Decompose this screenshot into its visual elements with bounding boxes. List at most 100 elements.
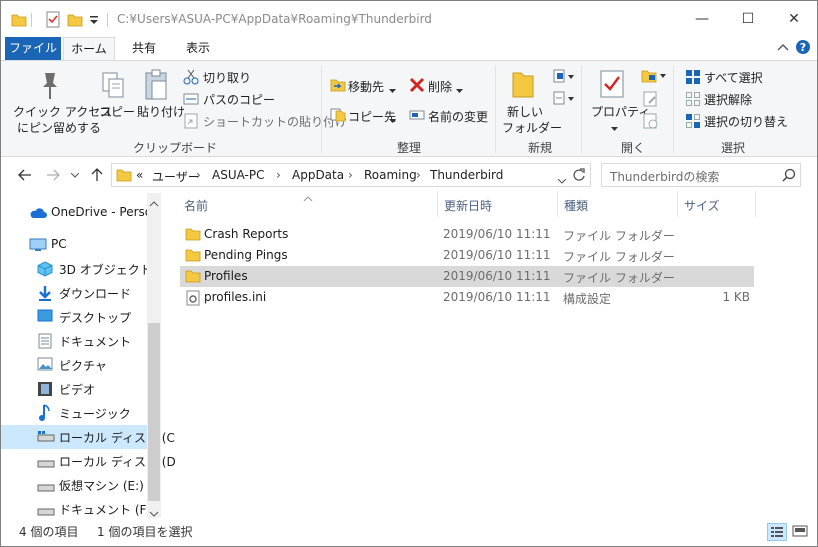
nav-item-documents[interactable]: ドキュメント (1, 329, 147, 353)
paste-icon (144, 69, 170, 104)
address-bar[interactable]: « ユーザー › ASUA-PC › AppData › Roaming › T… (111, 163, 591, 187)
properties-qa-icon[interactable] (45, 10, 61, 30)
breadcrumb-overflow[interactable]: « (136, 168, 143, 182)
minimize-button[interactable]: — (679, 1, 725, 37)
refresh-icon[interactable] (572, 168, 586, 185)
qa-dropdown-icon[interactable] (89, 10, 99, 30)
nav-item-videos[interactable]: ビデオ (1, 377, 147, 401)
paste-button[interactable]: 貼り付け (137, 103, 185, 120)
copy-path-button[interactable]: パスのコピー (203, 91, 275, 108)
title-bar: C:¥Users¥ASUA-PC¥AppData¥Roaming¥Thunder… (1, 1, 817, 37)
search-input[interactable]: Thunderbirdの検索 (601, 163, 801, 187)
file-row-selected[interactable]: Profiles 2019/06/10 11:11 ファイル フォルダー (180, 266, 754, 287)
back-arrow-icon (18, 169, 31, 181)
nav-label: 3D オブジェクト (59, 263, 152, 277)
file-type: 構成設定 (563, 292, 612, 306)
close-icon: ✕ (788, 11, 800, 27)
expand-ribbon-icon[interactable] (777, 41, 789, 55)
pin-quick-access-button[interactable]: クイック アクセス (13, 103, 112, 120)
breadcrumb-separator: › (416, 168, 421, 182)
tab-home[interactable]: ホーム (63, 37, 115, 61)
forward-button[interactable] (43, 165, 63, 185)
breadcrumb-item[interactable]: AppData (292, 168, 344, 182)
nav-item-onedrive[interactable]: OneDrive - Person (1, 201, 160, 225)
tab-file[interactable]: ファイル (5, 37, 61, 61)
invert-selection-button[interactable]: 選択の切り替え (704, 113, 788, 130)
nav-label: ピクチャ (59, 359, 107, 373)
nav-item-local-disk-d[interactable]: ローカル ディスク (D (1, 449, 176, 473)
copy-icon (101, 71, 127, 104)
file-type: ファイル フォルダー (563, 271, 675, 285)
properties-icon (599, 69, 625, 102)
download-icon (37, 285, 53, 304)
properties-button[interactable]: プロパティ (591, 103, 650, 120)
ribbon-separator (673, 65, 674, 153)
back-button[interactable] (15, 165, 35, 185)
delete-button[interactable]: 削除 (428, 78, 452, 95)
nav-item-downloads[interactable]: ダウンロード (1, 281, 147, 305)
column-divider[interactable] (755, 191, 756, 217)
help-icon[interactable]: ? (795, 39, 811, 58)
nav-item-pc[interactable]: PC (1, 233, 147, 257)
navigation-bar: « ユーザー › ASUA-PC › AppData › Roaming › T… (1, 158, 817, 192)
easy-access-icon[interactable] (553, 91, 575, 108)
copy-path-icon (183, 91, 199, 110)
tab-share[interactable]: 共有 (119, 37, 169, 61)
details-view-button[interactable] (767, 523, 787, 541)
close-button[interactable]: ✕ (771, 1, 817, 37)
ribbon-tabs: ファイル ホーム 共有 表示 (1, 37, 817, 61)
paste-shortcut-button[interactable]: ショートカットの貼り付け (203, 113, 347, 130)
address-dropdown-icon[interactable] (557, 173, 567, 187)
open-icon[interactable] (641, 69, 667, 86)
file-row[interactable]: Pending Pings 2019/06/10 11:11 ファイル フォルダ… (180, 245, 754, 266)
file-name: Pending Pings (204, 248, 288, 262)
file-name: Crash Reports (204, 227, 289, 241)
copy-button[interactable]: コピー (99, 103, 135, 120)
move-to-button[interactable]: 移動先 (348, 78, 384, 95)
breadcrumb-item[interactable]: ASUA-PC (212, 168, 265, 182)
rename-button[interactable]: 名前の変更 (428, 108, 488, 125)
column-divider[interactable] (557, 191, 558, 217)
pc-icon (29, 238, 47, 255)
maximize-button[interactable]: ☐ (725, 1, 771, 37)
folder-icon (185, 227, 201, 244)
nav-item-pictures[interactable]: ピクチャ (1, 353, 147, 377)
column-divider[interactable] (677, 191, 678, 217)
edit-icon[interactable] (643, 91, 659, 110)
nav-item-desktop[interactable]: デスクトップ (1, 305, 147, 329)
column-header-type[interactable]: 種類 (564, 197, 588, 217)
history-icon[interactable] (643, 113, 659, 132)
new-folder-button[interactable]: 新しい (507, 103, 543, 120)
nav-item-drive-e[interactable]: 仮想マシン (E:) (1, 473, 147, 497)
large-icons-view-button[interactable] (791, 523, 811, 541)
file-name: profiles.ini (204, 290, 267, 304)
file-row[interactable]: profiles.ini 2019/06/10 11:11 構成設定 1 KB (180, 287, 754, 308)
tab-view[interactable]: 表示 (173, 37, 223, 61)
select-none-button[interactable]: 選択解除 (704, 91, 752, 108)
new-folder-label: フォルダー (502, 121, 563, 135)
nav-scrollbar-thumb[interactable] (148, 323, 160, 501)
new-folder-qa-icon[interactable] (67, 10, 83, 30)
select-all-icon (685, 69, 701, 88)
select-all-button[interactable]: すべて選択 (704, 69, 763, 86)
folder-icon (11, 10, 27, 30)
column-header-size[interactable]: サイズ (684, 197, 720, 217)
document-icon (37, 333, 53, 352)
nav-item-local-disk-c[interactable]: ローカル ディスク (C (1, 425, 175, 449)
search-icon[interactable] (782, 168, 796, 185)
breadcrumb-item[interactable]: Thunderbird (430, 168, 503, 182)
column-divider[interactable] (437, 191, 438, 217)
cut-button[interactable]: 切り取り (203, 69, 251, 86)
new-item-icon[interactable] (553, 69, 575, 86)
up-button[interactable] (87, 165, 107, 185)
window-title: C:¥Users¥ASUA-PC¥AppData¥Roaming¥Thunder… (117, 12, 432, 26)
nav-item-3d-objects[interactable]: 3D オブジェクト (1, 257, 152, 281)
column-header-name[interactable]: 名前 (184, 197, 208, 217)
column-header-date[interactable]: 更新日時 (444, 197, 492, 217)
breadcrumb-item[interactable]: ユーザー (152, 168, 200, 185)
breadcrumb-item[interactable]: Roaming (364, 168, 417, 182)
scroll-up-icon[interactable] (149, 196, 159, 210)
nav-item-music[interactable]: ミュージック (1, 401, 147, 425)
recent-locations-button[interactable] (65, 165, 85, 185)
file-row[interactable]: Crash Reports 2019/06/10 11:11 ファイル フォルダ… (180, 224, 754, 245)
